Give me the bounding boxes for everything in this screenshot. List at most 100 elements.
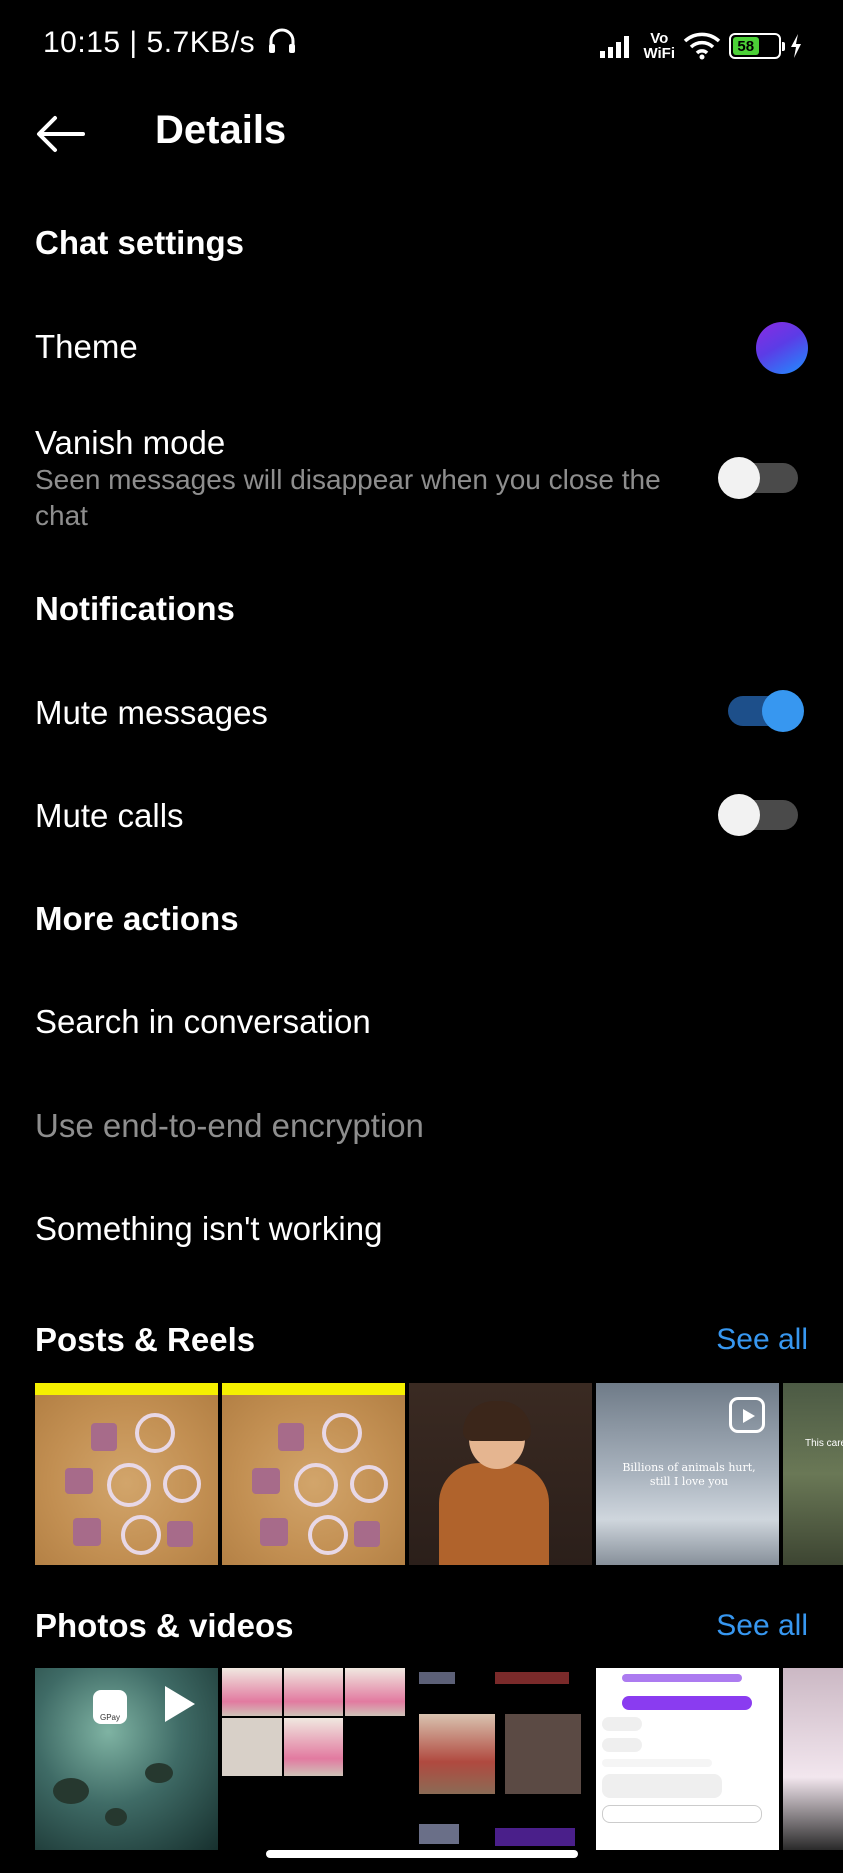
- thumbnail-shape: [419, 1714, 495, 1794]
- photo-thumbnail[interactable]: [596, 1668, 779, 1850]
- posts-reels-heading: Posts & Reels: [35, 1321, 256, 1358]
- something-isnt-working[interactable]: Something isn't working: [35, 1210, 382, 1248]
- thumbnail-shape: [322, 1413, 362, 1453]
- thumbnail-shape: [602, 1805, 762, 1823]
- thumbnail-shape: [350, 1465, 388, 1503]
- thumbnail-shape: [439, 1463, 549, 1565]
- gpay-icon: GPay: [93, 1690, 127, 1724]
- chat-settings-heading: Chat settings: [35, 224, 245, 261]
- thumbnail-tile: [222, 1668, 282, 1716]
- thumbnail-tile: [222, 1718, 282, 1776]
- thumbnail-tile: [345, 1718, 405, 1776]
- post-thumbnail[interactable]: [222, 1383, 405, 1565]
- vowifi-indicator: Vo WiFi: [643, 31, 675, 61]
- header: Details: [0, 90, 843, 175]
- toggle-knob: [718, 457, 760, 499]
- post-caption: This care: [805, 1438, 843, 1449]
- thumbnail-shape: [105, 1808, 127, 1826]
- reels-icon: [729, 1397, 765, 1433]
- thumbnail-shape: [163, 1465, 201, 1503]
- thumbnail-shape: [495, 1672, 569, 1684]
- status-bar: 10:15 | 5.7KB/s Vo WiFi 58: [0, 0, 843, 90]
- thumbnail-shape: [107, 1463, 151, 1507]
- thumbnail-shape: [65, 1468, 93, 1494]
- mute-messages-toggle[interactable]: [720, 690, 804, 732]
- thumbnail-shape: [602, 1738, 642, 1752]
- thumbnail-shape: [73, 1518, 101, 1546]
- reel-caption: Billions of animals hurt, still I love y…: [622, 1461, 756, 1488]
- battery-level: 58: [733, 37, 759, 55]
- toggle-knob: [718, 794, 760, 836]
- mute-calls-label: Mute calls: [35, 797, 184, 834]
- thumbnail-shape: [602, 1774, 722, 1798]
- vowifi-top: Vo: [650, 30, 669, 47]
- thumbnail-tile: [283, 1718, 344, 1776]
- thumbnail-shape: [308, 1515, 348, 1555]
- arrow-left-icon: [37, 116, 85, 152]
- thumbnail-shape: [505, 1714, 581, 1794]
- thumbnail-shape: [622, 1696, 752, 1710]
- post-thumbnail[interactable]: [35, 1383, 218, 1565]
- thumbnail-shape: [419, 1672, 455, 1684]
- posts-reels-see-all[interactable]: See all: [716, 1323, 808, 1357]
- thumbnail-shape: [53, 1778, 89, 1804]
- thumbnail-tile: [283, 1778, 344, 1850]
- thumbnail-tile: [345, 1778, 405, 1850]
- thumbnail-shape: [495, 1828, 575, 1846]
- thumbnail-shape: [278, 1423, 304, 1451]
- status-icons: Vo WiFi 58: [599, 26, 803, 66]
- post-thumbnail[interactable]: [409, 1383, 592, 1565]
- theme-swatch[interactable]: [756, 322, 808, 374]
- thumbnail-shape: [622, 1674, 742, 1682]
- page-title: Details: [155, 108, 287, 152]
- signal-icon: [600, 36, 630, 58]
- photos-videos-heading: Photos & videos: [35, 1607, 294, 1644]
- mute-calls-toggle[interactable]: [718, 794, 802, 836]
- photos-videos-see-all[interactable]: See all: [716, 1609, 808, 1643]
- reel-thumbnail[interactable]: Billions of animals hurt, still I love y…: [596, 1383, 779, 1565]
- vanish-mode-toggle[interactable]: [718, 457, 802, 499]
- search-in-conversation[interactable]: Search in conversation: [35, 1003, 371, 1041]
- thumbnail-shape: [167, 1521, 193, 1547]
- photo-thumbnail[interactable]: [783, 1668, 843, 1850]
- thumbnail-shape: [602, 1759, 712, 1767]
- thumbnail-shape: [121, 1515, 161, 1555]
- vowifi-bottom: WiFi: [643, 45, 675, 62]
- thumbnail-shape: [463, 1401, 531, 1441]
- use-e2e-encryption[interactable]: Use end-to-end encryption: [35, 1107, 424, 1145]
- thumbnail-shape: [145, 1763, 173, 1783]
- photo-thumbnail[interactable]: [409, 1668, 592, 1850]
- posts-reels-strip: Billions of animals hurt, still I love y…: [35, 1383, 843, 1565]
- status-time-text: 10:15 | 5.7KB/s: [43, 26, 256, 59]
- battery-icon: 58: [729, 33, 785, 59]
- photos-videos-strip: GPay: [35, 1668, 843, 1850]
- thumbnail-tile: [222, 1778, 282, 1850]
- thumbnail-shape: [135, 1413, 175, 1453]
- thumbnail-tile: [283, 1668, 344, 1716]
- theme-label: Theme: [35, 328, 138, 365]
- thumbnail-shape: [294, 1463, 338, 1507]
- thumbnail-shape: [602, 1717, 642, 1731]
- mute-messages-label: Mute messages: [35, 694, 268, 731]
- post-thumbnail[interactable]: This care: [783, 1383, 843, 1565]
- toggle-knob: [762, 690, 804, 732]
- thumbnail-shape: [354, 1521, 380, 1547]
- thumbnail-banner: [35, 1383, 218, 1395]
- thumbnail-banner: [222, 1383, 405, 1395]
- video-thumbnail[interactable]: GPay: [35, 1668, 218, 1850]
- thumbnail-shape: [91, 1423, 117, 1451]
- charging-icon: [791, 34, 801, 58]
- notifications-heading: Notifications: [35, 590, 235, 627]
- status-time: 10:15 | 5.7KB/s: [43, 26, 297, 60]
- home-indicator[interactable]: [266, 1850, 578, 1858]
- thumbnail-shape: [419, 1824, 459, 1844]
- vanish-mode-label: Vanish mode: [35, 424, 226, 461]
- back-button[interactable]: [34, 108, 86, 160]
- thumbnail-tile: [345, 1668, 405, 1716]
- wifi-icon: [683, 32, 721, 60]
- photo-thumbnail[interactable]: [222, 1668, 405, 1850]
- headphones-icon: [268, 28, 295, 53]
- thumbnail-shape: [260, 1518, 288, 1546]
- play-icon: [165, 1686, 195, 1722]
- thumbnail-shape: [252, 1468, 280, 1494]
